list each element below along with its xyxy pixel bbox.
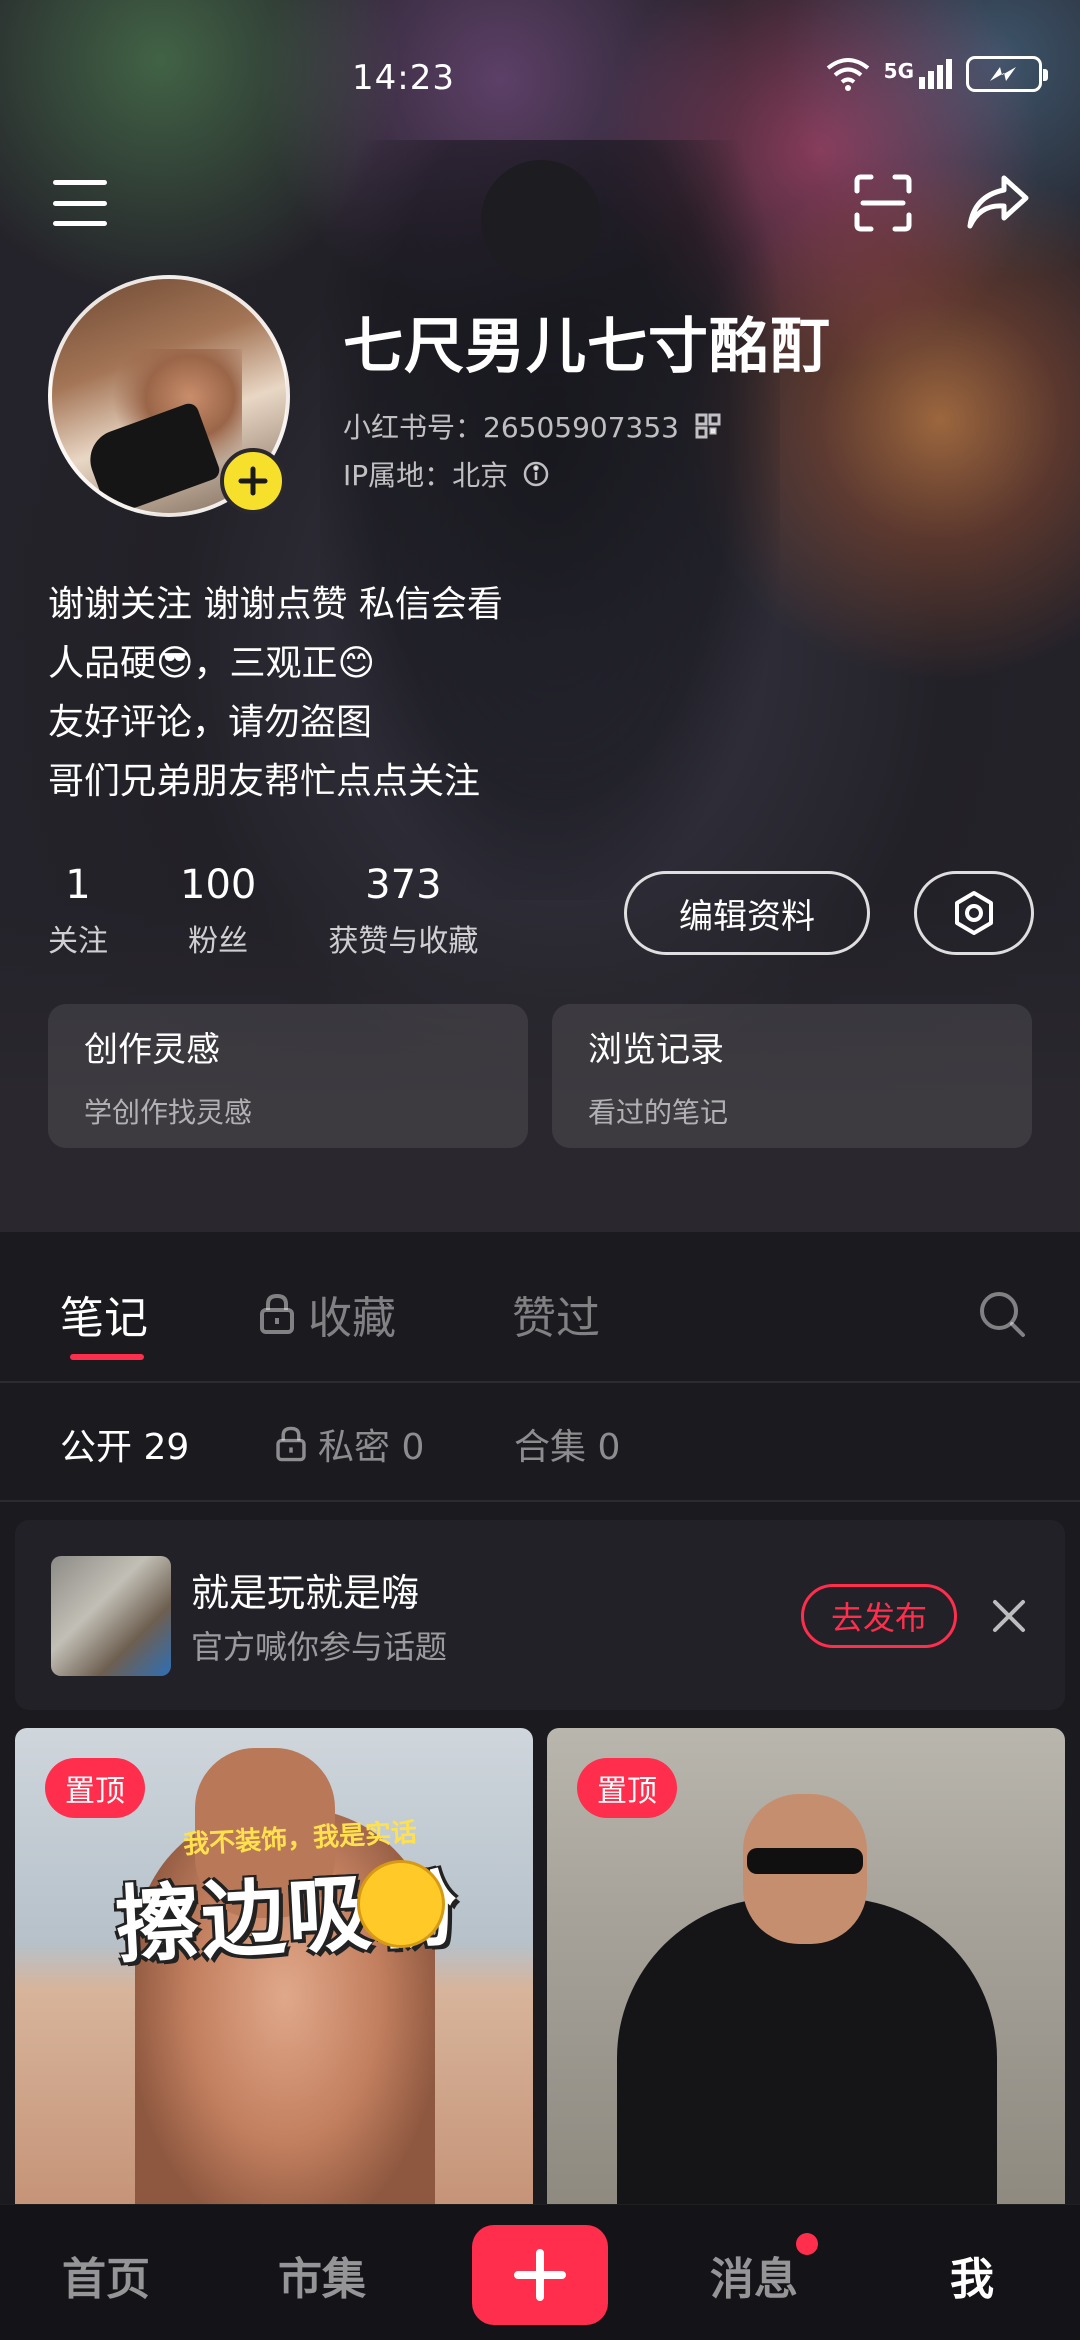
- topic-subtitle: 官方喊你参与话题: [191, 1628, 448, 1666]
- stat-likes-collects[interactable]: 373 获赞与收藏: [328, 862, 478, 960]
- topic-title: 就是玩就是嗨: [191, 1571, 420, 1615]
- creation-inspiration-card[interactable]: 创作灵感 学创作找灵感: [48, 1004, 528, 1148]
- wifi-icon: [826, 58, 869, 91]
- subtab-public[interactable]: 公开 29: [60, 1418, 189, 1470]
- add-avatar-button[interactable]: [220, 448, 286, 514]
- user-id[interactable]: 小红书号：26505907353: [343, 406, 721, 446]
- search-icon[interactable]: [976, 1288, 1028, 1340]
- bottom-nav: 首页 市集 消息 我: [0, 2204, 1080, 2340]
- bio-line: 谢谢关注 谢谢点赞 私信会看: [48, 584, 503, 625]
- plus-icon: [238, 466, 268, 496]
- nickname: 七尺男儿七寸酩酊: [343, 312, 831, 382]
- share-icon[interactable]: [966, 172, 1030, 232]
- note-card[interactable]: 置顶: [547, 1728, 1065, 2204]
- subtab-albums[interactable]: 合集 0: [514, 1418, 620, 1470]
- status-time: 14:23: [352, 58, 455, 98]
- pinned-badge: 置顶: [45, 1758, 145, 1818]
- lock-icon: [260, 1293, 294, 1334]
- tab-notes[interactable]: 笔记: [60, 1282, 148, 1346]
- laughing-emoji-icon: [357, 1860, 445, 1948]
- bio-line: 友好评论，请勿盗图: [48, 702, 373, 743]
- topic-thumbnail: [51, 1556, 171, 1676]
- publish-button[interactable]: [472, 2225, 608, 2325]
- subtab-private[interactable]: 私密 0: [274, 1418, 424, 1470]
- background-photo-head: [481, 160, 601, 280]
- bio-line: 哥们兄弟朋友帮忙点点关注: [48, 761, 481, 802]
- profile-stats: 1 关注 100 粉丝 373 获赞与收藏: [48, 862, 550, 960]
- network-label: 5G: [883, 59, 914, 83]
- card-subtitle: 看过的笔记: [588, 1096, 729, 1129]
- scan-icon[interactable]: [852, 172, 914, 234]
- nav-market[interactable]: 市集: [278, 2243, 366, 2307]
- subtab-label: 私密 0: [318, 1427, 425, 1468]
- ip-location-text: IP属地：北京: [343, 459, 509, 492]
- edit-profile-button[interactable]: 编辑资料: [624, 871, 870, 955]
- unread-dot: [796, 2233, 818, 2255]
- stat-label: 关注: [48, 924, 108, 959]
- tab-collect[interactable]: 收藏: [258, 1282, 396, 1346]
- plus-icon: [514, 2249, 566, 2301]
- bio: 谢谢关注 谢谢点赞 私信会看 人品硬😎，三观正😊 友好评论，请勿盗图 哥们兄弟朋…: [48, 575, 503, 811]
- stat-following[interactable]: 1 关注: [48, 862, 108, 960]
- stat-value: 373: [365, 862, 442, 908]
- pinned-badge: 置顶: [577, 1758, 677, 1818]
- go-publish-button[interactable]: 去发布: [801, 1584, 957, 1648]
- menu-icon[interactable]: [52, 180, 108, 226]
- bio-line: 人品硬😎，三观正😊: [48, 643, 376, 684]
- card-subtitle: 学创作找灵感: [84, 1096, 253, 1129]
- stat-followers[interactable]: 100 粉丝: [180, 862, 256, 960]
- stat-label: 粉丝: [188, 924, 249, 959]
- close-icon[interactable]: [987, 1594, 1031, 1638]
- tab-label: 收藏: [308, 1293, 396, 1344]
- lock-icon: [276, 1426, 306, 1462]
- nav-me[interactable]: 我: [950, 2243, 994, 2307]
- stat-value: 100: [180, 862, 257, 908]
- tab-liked[interactable]: 赞过: [512, 1282, 600, 1346]
- stat-value: 1: [65, 862, 91, 908]
- tab-active-indicator: [70, 1354, 144, 1360]
- divider: [0, 1381, 1080, 1383]
- signal-5g-icon: 5G: [884, 59, 952, 89]
- info-icon[interactable]: [522, 460, 550, 488]
- card-title: 浏览记录: [588, 1030, 724, 1070]
- battery-icon: [966, 56, 1048, 92]
- topic-banner[interactable]: 就是玩就是嗨 官方喊你参与话题 去发布: [15, 1520, 1065, 1710]
- status-icons: 5G: [826, 56, 1048, 92]
- nav-messages[interactable]: 消息: [710, 2243, 798, 2307]
- divider: [0, 1500, 1080, 1502]
- user-id-text: 小红书号：26505907353: [343, 411, 679, 444]
- stat-label: 获赞与收藏: [328, 924, 479, 959]
- browse-history-card[interactable]: 浏览记录 看过的笔记: [552, 1004, 1032, 1148]
- qr-code-icon[interactable]: [695, 413, 721, 439]
- gear-icon: [955, 891, 993, 935]
- ip-location: IP属地：北京: [343, 454, 550, 494]
- settings-button[interactable]: [914, 871, 1034, 955]
- nav-home[interactable]: 首页: [62, 2243, 150, 2307]
- card-title: 创作灵感: [84, 1030, 220, 1070]
- note-card[interactable]: 置顶 我不装饰，我是实话 擦边吸粉: [15, 1728, 533, 2204]
